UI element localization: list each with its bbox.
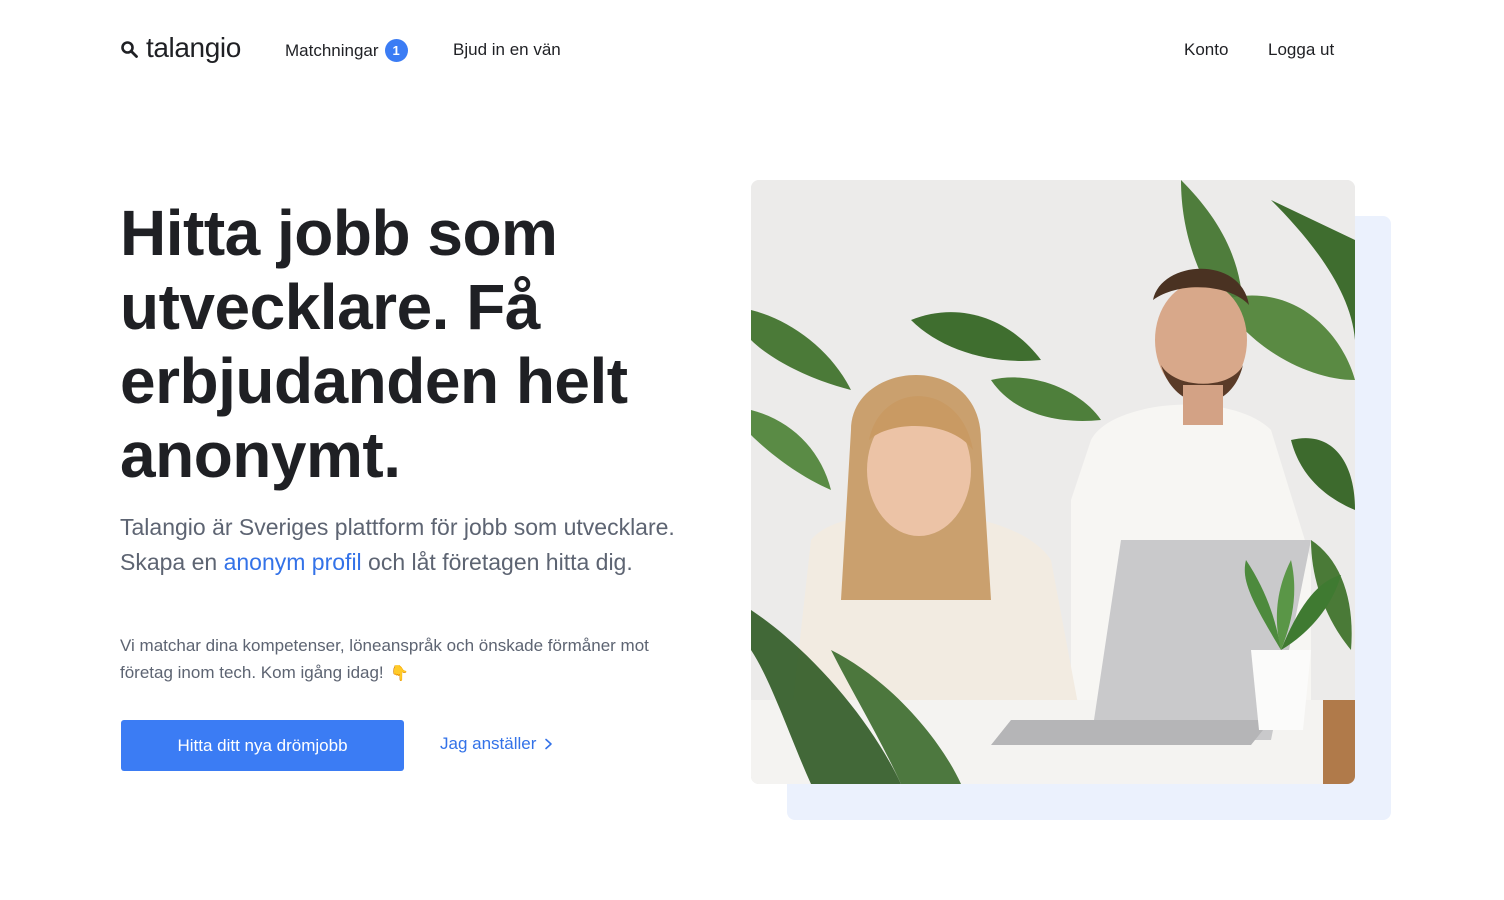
nav-invite-link[interactable]: Bjud in en vän — [453, 40, 561, 60]
hero-subtext: Vi matchar dina kompetenser, löneanspråk… — [120, 632, 700, 687]
nav-matches-link[interactable]: Matchningar 1 — [285, 39, 408, 62]
employer-link-label: Jag anställer — [440, 734, 537, 753]
find-dream-job-button[interactable]: Hitta ditt nya drömjobb — [121, 720, 404, 771]
wooden-box — [1323, 700, 1355, 784]
matches-count-badge: 1 — [384, 39, 408, 62]
hero-photo-illustration — [751, 180, 1355, 784]
hero-subtext-body: Vi matchar dina kompetenser, löneanspråk… — [120, 636, 649, 682]
anonymous-profile-link[interactable]: anonym profil — [224, 549, 362, 575]
hero-photo — [751, 180, 1355, 784]
logo-text: talangio — [146, 32, 241, 63]
hero-lead-text-end: och låt företagen hitta dig. — [361, 549, 633, 575]
employer-link[interactable]: Jag anställer — [440, 734, 553, 754]
search-icon — [121, 40, 138, 58]
hero-lead: Talangio är Sveriges plattform för jobb … — [120, 510, 710, 580]
nav-account-link[interactable]: Konto — [1184, 40, 1228, 60]
hero-title: Hitta jobb som utvecklare. Få erbjudande… — [120, 197, 628, 491]
nav-matches-label: Matchningar — [285, 40, 379, 60]
landing-page: talangio Matchningar 1 Bjud in en vän Ko… — [0, 0, 1504, 900]
logo-link[interactable]: talangio — [120, 32, 241, 64]
pointing-down-icon: 👇 — [390, 665, 410, 682]
top-nav: talangio Matchningar 1 Bjud in en vän Ko… — [0, 0, 1504, 104]
chevron-right-icon — [545, 738, 553, 750]
nav-logout-link[interactable]: Logga ut — [1268, 40, 1334, 60]
